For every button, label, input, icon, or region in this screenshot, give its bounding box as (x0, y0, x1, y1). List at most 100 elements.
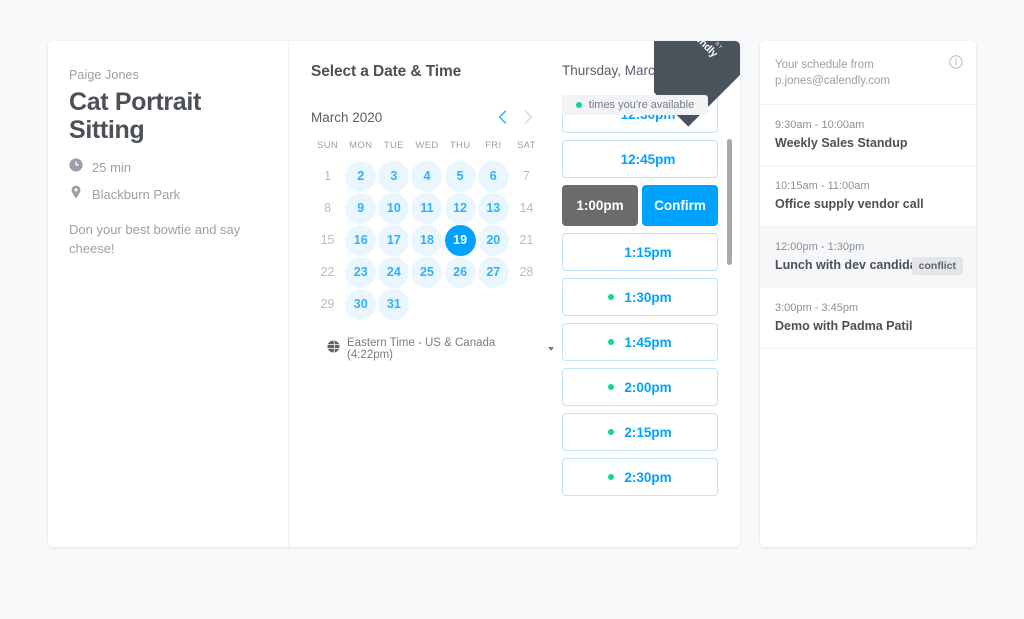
time-slot[interactable]: 2:00pm (562, 368, 718, 406)
calendar-day-number: 8 (324, 201, 332, 216)
green-dot-icon (575, 102, 582, 108)
calendar-day[interactable]: 9 (344, 193, 377, 224)
calendar-day[interactable]: 17 (377, 225, 410, 256)
calendar-day-empty (510, 289, 543, 320)
schedule-source-line1: Your schedule from (775, 59, 874, 71)
time-slot[interactable]: 2:15pm (562, 413, 718, 451)
time-slot[interactable]: 1:15pm (562, 233, 718, 271)
calendar-pane: Select a Date & Time March 2020 SUN MON TU… (289, 41, 554, 547)
calendar-day-number: 10 (378, 193, 410, 224)
calendar-day-number: 14 (519, 201, 534, 216)
schedule-event-row: 10:15am - 11:00am Office supply vendor ca… (760, 166, 976, 227)
schedule-event-row: 9:30am - 10:00am Weekly Sales Standup (760, 105, 976, 166)
calendar-day[interactable]: 30 (344, 289, 377, 320)
schedule-source-line2: p.jones@calendly.com (775, 75, 891, 88)
calendar-day-number: 13 (477, 193, 509, 224)
calendar-day: 1 (311, 161, 344, 192)
calendar-day[interactable]: 26 (444, 257, 477, 288)
calendar-day-selected[interactable]: 19 (444, 225, 477, 256)
schedule-event-time: 12:00pm - 1:30pm (775, 240, 865, 253)
location-pin-icon (69, 185, 83, 204)
calendar-day[interactable]: 4 (410, 161, 443, 192)
calendar-weekday-header: MON (349, 140, 373, 151)
globe-icon (327, 340, 340, 358)
timezone-label: Eastern Time - US & Canada (4:22pm) (347, 337, 496, 361)
time-slots-pane: Thursday, March 19 times you're availabl… (554, 41, 740, 547)
calendar-day[interactable]: 20 (477, 225, 510, 256)
calendar-day[interactable]: 3 (377, 161, 410, 192)
time-slot-selected[interactable]: 1:00pm (562, 185, 638, 226)
calendar-day-number: 15 (320, 233, 335, 248)
chevron-left-icon (498, 110, 506, 124)
clock-icon (69, 158, 83, 177)
time-slot[interactable]: 12:45pm (562, 140, 718, 178)
calendar-day: 29 (311, 289, 344, 320)
calendar-day-number: 6 (477, 161, 509, 192)
calendar-day[interactable]: 12 (444, 193, 477, 224)
calendar-day[interactable]: 16 (344, 225, 377, 256)
time-slot[interactable]: 2:30pm (562, 458, 718, 496)
calendar-day: 21 (510, 225, 543, 256)
calendar-day-number: 23 (345, 257, 377, 288)
event-description: Don your best bowtie and say cheese! (69, 222, 241, 256)
time-slots-scrollbar[interactable] (727, 139, 732, 459)
schedule-source-text: Your schedule from p.jones@calendly.com (775, 57, 935, 90)
time-slot[interactable]: 1:30pm (562, 278, 718, 316)
calendar-day-empty (477, 289, 510, 320)
calendar-day[interactable]: 5 (444, 161, 477, 192)
calendar-day[interactable]: 13 (477, 193, 510, 224)
calendar-day[interactable]: 18 (410, 225, 443, 256)
calendar-day-empty (444, 289, 477, 320)
calendar-day[interactable]: 23 (344, 257, 377, 288)
calendar-day[interactable]: 31 (377, 289, 410, 320)
calendar-day-number: 7 (522, 169, 530, 184)
time-slot[interactable]: 1:45pm (562, 323, 718, 361)
duration-label: 25 min (92, 160, 132, 175)
time-slot-confirm-row: 1:00pm Confirm (562, 185, 718, 226)
calendar-day-number: 24 (378, 257, 410, 288)
scrollbar-thumb[interactable] (727, 139, 732, 265)
calendar-weekday-header: TUE (383, 140, 404, 151)
calendar-day[interactable]: 6 (477, 161, 510, 192)
schedule-event-name: Office supply vendor call (775, 196, 924, 211)
timezone-selector[interactable]: Eastern Time - US & Canada (4:22pm) (327, 337, 554, 361)
calendar-day: 22 (311, 257, 344, 288)
calendar-day-number: 16 (345, 225, 377, 256)
calendar-day-number (511, 289, 542, 320)
calendar-day-number: 22 (320, 265, 335, 280)
time-slots-scroll-area: times you're available 12:30pm12:45pm1:0… (554, 95, 740, 525)
time-slot-label: 2:00pm (624, 379, 672, 395)
schedule-event-name: Demo with Padma Patil (775, 318, 913, 333)
green-dot-icon (608, 429, 615, 435)
calendar-day[interactable]: 10 (377, 193, 410, 224)
calendar-day[interactable]: 2 (344, 161, 377, 192)
page-title: Select a Date & Time (311, 63, 462, 80)
calendar-day[interactable]: 11 (410, 193, 443, 224)
calendar-day: 7 (510, 161, 543, 192)
calendar-day[interactable]: 25 (410, 257, 443, 288)
calendar-day-number: 25 (411, 257, 443, 288)
calendar-weekday-header: SAT (517, 140, 536, 151)
calendar-day-number (478, 289, 509, 320)
green-dot-icon (608, 294, 615, 300)
event-title: Cat Portrait Sitting (69, 88, 201, 144)
calendar-day[interactable]: 24 (377, 257, 410, 288)
confirm-button[interactable]: Confirm (642, 185, 718, 226)
calendar-day-number (445, 289, 476, 320)
calendar-day-empty (410, 289, 443, 320)
next-month-button[interactable] (515, 106, 541, 128)
selected-date-label: Thursday, March 19 (562, 63, 682, 78)
calendar-weekday-header: WED (415, 140, 439, 151)
calendar-day-number: 9 (345, 193, 377, 224)
calendar-day-number: 29 (320, 297, 335, 312)
calendar-day: 15 (311, 225, 344, 256)
calendar-day-number: 2 (345, 161, 377, 192)
info-icon[interactable] (949, 55, 963, 69)
calendar-day-number: 4 (411, 161, 443, 192)
prev-month-button[interactable] (489, 106, 515, 128)
calendar-day: 28 (510, 257, 543, 288)
time-slot-label: 12:45pm (620, 151, 676, 167)
chevron-right-icon (524, 110, 532, 124)
time-slot-list: 12:30pm12:45pm1:00pmConfirm1:15pm1:30pm1… (562, 95, 718, 496)
calendar-day[interactable]: 27 (477, 257, 510, 288)
